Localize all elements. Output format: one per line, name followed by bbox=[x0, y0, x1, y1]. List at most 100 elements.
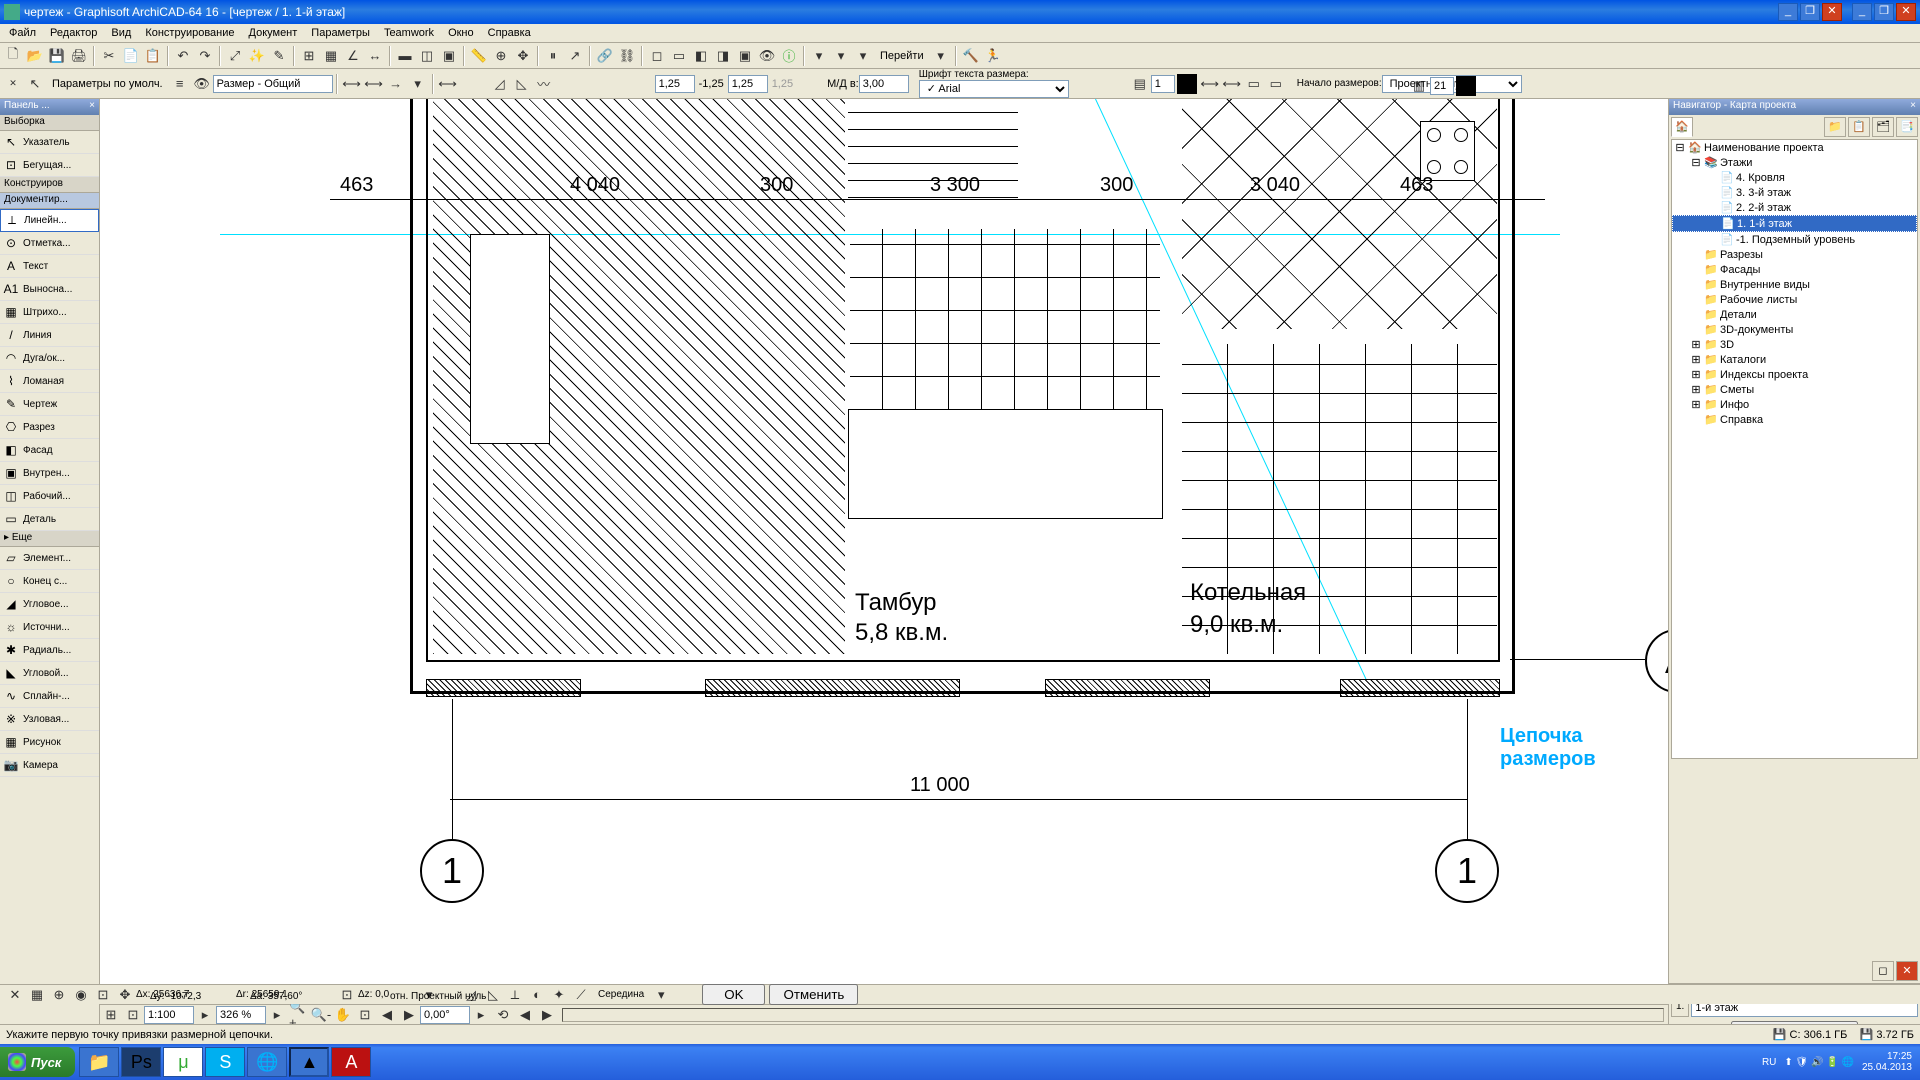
view3-icon[interactable]: ◧ bbox=[690, 45, 712, 67]
cancel-button[interactable]: Отменить bbox=[769, 984, 858, 1005]
tool-[interactable]: ◠Дуга/ок... bbox=[0, 347, 99, 370]
undo-icon[interactable]: ↶ bbox=[172, 45, 194, 67]
dim-icon[interactable]: ↔ bbox=[364, 45, 386, 67]
zoom-display[interactable] bbox=[216, 1006, 266, 1024]
tree-node[interactable]: ⊞📁Каталоги bbox=[1672, 352, 1917, 367]
tray-icons[interactable]: ⬆ 🛡 🔊 🔋 🌐 bbox=[1784, 1057, 1854, 1068]
menu-params[interactable]: Параметры bbox=[304, 25, 377, 41]
tree-floor[interactable]: 📄-1. Подземный уровень bbox=[1672, 232, 1917, 247]
eye2-icon[interactable]: 👁 bbox=[191, 73, 213, 95]
vb1-icon[interactable]: ⊞ bbox=[100, 1004, 122, 1026]
scale-input[interactable] bbox=[859, 75, 909, 93]
new-icon[interactable]: 🗋 bbox=[2, 45, 24, 67]
grid-icon[interactable]: ▦ bbox=[320, 45, 342, 67]
help-icon[interactable]: ⓘ bbox=[778, 45, 800, 67]
run-icon[interactable]: 🏃 bbox=[982, 45, 1004, 67]
tool-[interactable]: ◣Угловой... bbox=[0, 662, 99, 685]
task-ps[interactable]: Ps bbox=[121, 1047, 161, 1077]
drag-icon[interactable]: ✥ bbox=[512, 45, 534, 67]
navigator-tree[interactable]: ⊟🏠Наименование проекта ⊟📚Этажи 📄4. Кровл… bbox=[1671, 139, 1918, 759]
tool-[interactable]: ○Конец с... bbox=[0, 570, 99, 593]
dim-mode2-icon[interactable]: ⟷ bbox=[363, 73, 385, 95]
measure-icon[interactable]: 📏 bbox=[468, 45, 490, 67]
save-icon[interactable]: 💾 bbox=[46, 45, 68, 67]
tree-node[interactable]: 📁Фасады bbox=[1672, 262, 1917, 277]
tree-node[interactable]: 📁Внутренние виды bbox=[1672, 277, 1917, 292]
tool-[interactable]: ⌇Ломаная bbox=[0, 370, 99, 393]
paste-icon[interactable]: 📋 bbox=[142, 45, 164, 67]
coord-icon[interactable]: ⊕ bbox=[490, 45, 512, 67]
goto-dropdown-icon[interactable]: ▾ bbox=[930, 45, 952, 67]
tool-[interactable]: ※Узловая... bbox=[0, 708, 99, 731]
color2-swatch[interactable] bbox=[1456, 76, 1476, 96]
cb-x-icon[interactable]: ✕ bbox=[4, 984, 26, 1006]
tree-floor[interactable]: 📄2. 2-й этаж bbox=[1672, 200, 1917, 215]
tool-[interactable]: 📷Камера bbox=[0, 754, 99, 777]
task-skype[interactable]: S bbox=[205, 1047, 245, 1077]
vb6-icon[interactable]: ⟲ bbox=[492, 1004, 514, 1026]
hammer-icon[interactable]: 🔨 bbox=[960, 45, 982, 67]
tool-[interactable]: ☼Источни... bbox=[0, 616, 99, 639]
box2-icon[interactable]: ▥ bbox=[1408, 75, 1430, 97]
tool-[interactable]: ∿Сплайн-... bbox=[0, 685, 99, 708]
tree-root[interactable]: ⊟🏠Наименование проекта bbox=[1672, 140, 1917, 155]
htype2-icon[interactable]: ⟷ bbox=[1221, 73, 1243, 95]
menu-file[interactable]: Файл bbox=[2, 25, 43, 41]
task-archicad[interactable]: ▲ bbox=[289, 1047, 329, 1077]
clock-date[interactable]: 25.04.2013 bbox=[1862, 1062, 1912, 1073]
cb4-icon[interactable]: ⊡ bbox=[92, 984, 114, 1006]
doc-restore-button[interactable]: ❐ bbox=[1874, 3, 1894, 21]
ok-button[interactable]: OK bbox=[702, 984, 765, 1005]
tree-node[interactable]: 📁Рабочие листы bbox=[1672, 292, 1917, 307]
nav-tab-map-icon[interactable]: 🏠 bbox=[1671, 117, 1693, 137]
minimize-button[interactable]: _ bbox=[1778, 3, 1798, 21]
vb3-icon[interactable]: ▸ bbox=[194, 1004, 216, 1026]
vb2-icon[interactable]: ⊡ bbox=[122, 1004, 144, 1026]
link1-icon[interactable]: 🔗 bbox=[594, 45, 616, 67]
edit-icon[interactable]: ✎ bbox=[268, 45, 290, 67]
mode2-icon[interactable]: ▣ bbox=[438, 45, 460, 67]
dim1-input[interactable] bbox=[655, 75, 695, 93]
link2-icon[interactable]: ⛓ bbox=[616, 45, 638, 67]
tree-node[interactable]: ⊞📁Инфо bbox=[1672, 397, 1917, 412]
open-icon[interactable]: 📂 bbox=[24, 45, 46, 67]
layer-icon[interactable]: ≡ bbox=[169, 73, 191, 95]
tool-[interactable]: ◢Угловое... bbox=[0, 593, 99, 616]
opt3-icon[interactable]: ▾ bbox=[852, 45, 874, 67]
magic-icon[interactable]: ✨ bbox=[246, 45, 268, 67]
params-default-label[interactable]: Параметры по умолч. bbox=[46, 76, 169, 92]
vb8-icon[interactable]: ▶ bbox=[536, 1004, 558, 1026]
menu-teamwork[interactable]: Teamwork bbox=[377, 25, 441, 41]
cb-m5-icon[interactable]: ✦ bbox=[548, 984, 570, 1006]
cut-icon[interactable]: ✂ bbox=[98, 45, 120, 67]
corner2-icon[interactable]: ◺ bbox=[511, 73, 533, 95]
tool-[interactable]: AТекст bbox=[0, 255, 99, 278]
tool-[interactable]: ⎔Разрез bbox=[0, 416, 99, 439]
toolbox-close-icon[interactable]: × bbox=[89, 100, 95, 114]
cb-m6-icon[interactable]: ⟋ bbox=[570, 984, 592, 1006]
copy-icon[interactable]: 📄 bbox=[120, 45, 142, 67]
zoomin-icon[interactable]: 🔍+ bbox=[288, 1004, 310, 1026]
nav-mini1-icon[interactable]: ◻ bbox=[1872, 961, 1894, 981]
nav-mini2-icon[interactable]: ✕ bbox=[1896, 961, 1918, 981]
view2-icon[interactable]: ▭ bbox=[668, 45, 690, 67]
tree-node[interactable]: ⊞📁Сметы bbox=[1672, 382, 1917, 397]
tool-[interactable]: /Линия bbox=[0, 324, 99, 347]
suspend-icon[interactable]: ⏸ bbox=[542, 45, 564, 67]
tool-[interactable]: ▦Рисунок bbox=[0, 731, 99, 754]
tree-node[interactable]: ⊞📁Индексы проекта bbox=[1672, 367, 1917, 382]
htype4-icon[interactable]: ▭ bbox=[1265, 73, 1287, 95]
navigator-close-icon[interactable]: × bbox=[1910, 100, 1916, 114]
tool-[interactable]: ⊡Бегущая... bbox=[0, 154, 99, 177]
tool-[interactable]: ▱Элемент... bbox=[0, 547, 99, 570]
dim-mode4-icon[interactable]: ▾ bbox=[407, 73, 429, 95]
task-chrome[interactable]: 🌐 bbox=[247, 1047, 287, 1077]
tool-[interactable]: ↖Указатель bbox=[0, 131, 99, 154]
color1-swatch[interactable] bbox=[1177, 74, 1197, 94]
nav-tab-4-icon[interactable]: 🗂 bbox=[1872, 117, 1894, 137]
drawing-canvas[interactable]: Тамбур 5,8 кв.м. Котельная 9,0 кв.м. 463… bbox=[100, 99, 1668, 1044]
zoomout-icon[interactable]: 🔍- bbox=[310, 1004, 332, 1026]
tool-[interactable]: ⟂Линейн... bbox=[0, 209, 99, 232]
htype3-icon[interactable]: ▭ bbox=[1243, 73, 1265, 95]
tree-floor[interactable]: 📄4. Кровля bbox=[1672, 170, 1917, 185]
